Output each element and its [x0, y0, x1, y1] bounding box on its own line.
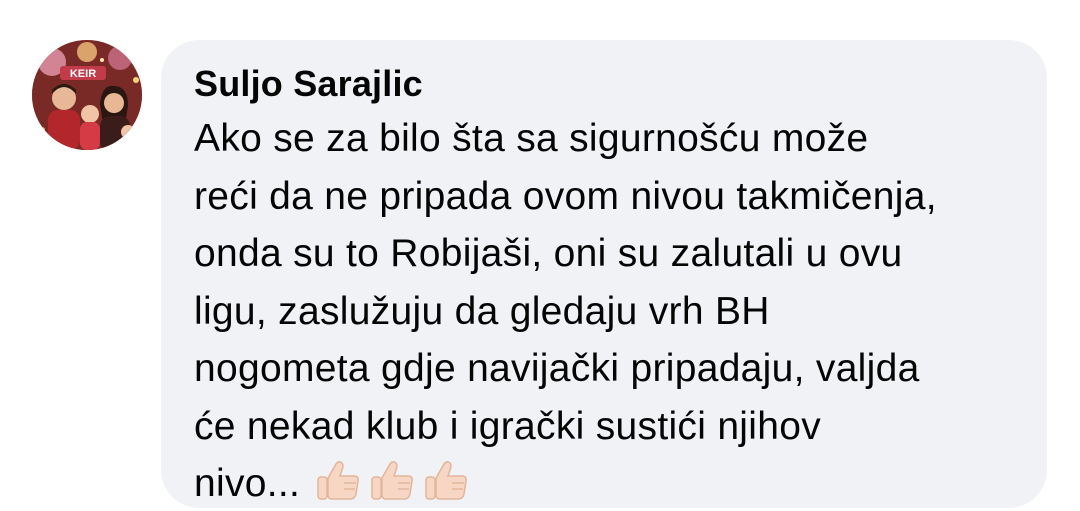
comment-bubble: Suljo Sarajlic Ako se za bilo šta sa sig…	[161, 40, 1047, 508]
comment-line: Ako se za bilo šta sa sigurnošću može	[194, 117, 869, 160]
comment-author[interactable]: Suljo Sarajlic	[194, 62, 1017, 106]
thumbs-up-icon	[371, 460, 414, 500]
comment-last-line: nivo...	[194, 455, 1017, 511]
comment-line: nogometa gdje navijački pripadaju, valjd…	[194, 347, 920, 390]
comment-text: Ako se za bilo šta sa sigurnošću može re…	[194, 110, 1017, 511]
avatar-photo: KEIR	[32, 40, 142, 150]
comment-line: će nekad klub i igrački sustići njihov	[194, 404, 822, 448]
comment-line: reći da ne pripada ovom nivou takmičenja…	[194, 174, 937, 218]
comment-thread: KEIR Suljo Sarajlic Ako se za bilo šta s	[0, 0, 1080, 511]
comment-line: onda su to Robijaši, oni su zalutali u o…	[194, 232, 903, 275]
comment-line: ligu, zaslužuju da gledaju vrh BH	[194, 289, 770, 333]
comment-line: nivo...	[194, 462, 301, 505]
avatar[interactable]: KEIR	[32, 40, 142, 150]
thumbs-up-icon	[317, 460, 360, 500]
avatar-banner-text: KEIR	[70, 68, 96, 80]
thumbs-up-icon	[425, 460, 468, 500]
